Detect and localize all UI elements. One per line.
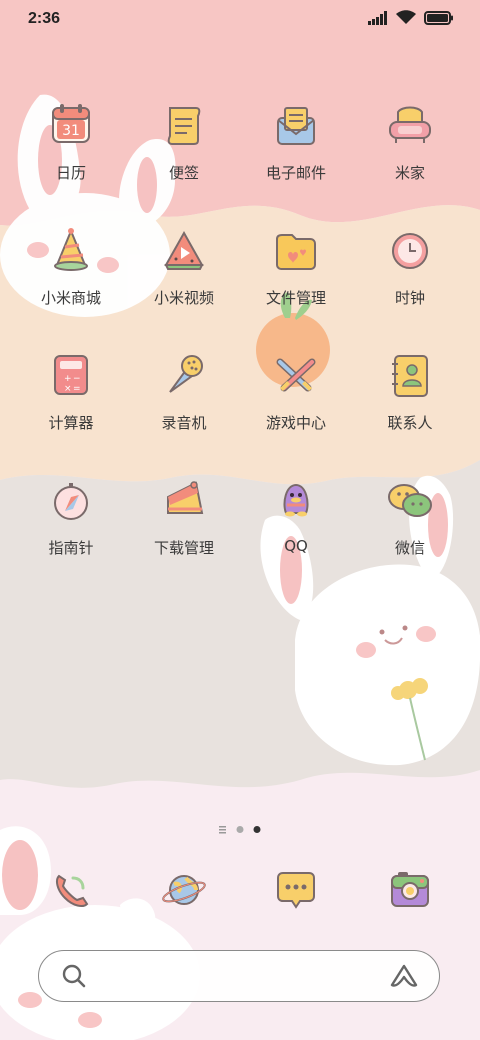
mail-icon	[277, 107, 315, 145]
page-indicator[interactable]	[0, 822, 480, 838]
contacts-book-icon	[392, 355, 428, 397]
app-game-center[interactable]: 游戏中心	[240, 348, 352, 433]
app-label: 文件管理	[265, 289, 326, 307]
sofa-icon	[389, 106, 431, 143]
party-hat-icon	[54, 228, 88, 271]
wechat-icon	[388, 484, 432, 517]
app-label: 指南针	[48, 539, 94, 557]
page-dot-active	[253, 826, 261, 833]
app-label: 小米视频	[153, 289, 214, 307]
app-mi-video[interactable]: 小米视频	[128, 223, 240, 308]
phone-icon	[56, 874, 89, 907]
app-file-manager[interactable]: 文件管理	[240, 223, 352, 308]
notes-icon	[167, 107, 201, 145]
app-clock[interactable]: 时钟	[354, 223, 466, 308]
camera-icon	[391, 872, 429, 907]
app-label: 录音机	[161, 414, 207, 432]
app-label: 联系人	[387, 414, 433, 432]
battery-icon	[424, 10, 453, 25]
app-label: 便签	[168, 164, 199, 182]
calendar-icon: 31	[52, 104, 90, 143]
app-compass[interactable]: 指南针	[15, 473, 127, 558]
app-contacts[interactable]: 联系人	[354, 348, 466, 433]
app-wechat[interactable]: 微信	[354, 473, 466, 558]
app-mijia[interactable]: 米家	[354, 98, 466, 183]
cake-slice-icon	[167, 481, 204, 514]
app-calendar[interactable]: 31 日历	[15, 98, 127, 183]
svg-text:+: +	[64, 374, 72, 384]
dock-browser[interactable]	[128, 862, 240, 918]
dock-phone[interactable]	[15, 862, 127, 918]
qq-penguin-icon	[283, 483, 309, 517]
svg-text:×: ×	[64, 384, 72, 394]
wifi-icon	[396, 10, 416, 24]
app-label: 小米商城	[40, 289, 101, 307]
status-bar: 2:36	[0, 0, 480, 40]
app-recorder[interactable]: 录音机	[128, 348, 240, 433]
svg-text:−: −	[73, 374, 81, 384]
assistant-icon[interactable]	[389, 963, 419, 989]
app-downloads[interactable]: 下载管理	[128, 473, 240, 558]
search-bar[interactable]	[38, 950, 440, 1002]
app-label: 日历	[55, 164, 86, 182]
clock-icon	[392, 233, 428, 269]
app-label: QQ	[284, 537, 308, 555]
app-label: 下载管理	[153, 539, 214, 557]
signal-icon	[368, 10, 387, 25]
microphone-icon	[169, 355, 203, 393]
dock	[0, 862, 480, 922]
calculator-icon: + − × =	[54, 355, 88, 395]
page-dot	[236, 826, 244, 833]
app-calculator[interactable]: + − × = 计算器	[15, 348, 127, 433]
crossed-swords-icon	[276, 358, 316, 392]
message-bubble-icon	[277, 872, 315, 909]
app-qq[interactable]: QQ	[240, 473, 352, 555]
app-mi-store[interactable]: 小米商城	[15, 223, 127, 308]
app-mail[interactable]: 电子邮件	[240, 98, 352, 183]
dock-messages[interactable]	[240, 862, 352, 918]
status-time: 2:36	[28, 10, 61, 27]
home-list-icon	[219, 826, 226, 834]
app-label: 计算器	[48, 414, 94, 432]
calendar-date: 31	[62, 123, 80, 139]
app-label: 微信	[394, 539, 425, 557]
app-notes[interactable]: 便签	[128, 98, 240, 183]
svg-text:=: =	[73, 384, 81, 394]
app-label: 时钟	[394, 289, 425, 307]
dock-camera[interactable]	[354, 862, 466, 918]
watermelon-play-icon	[164, 230, 204, 270]
app-label: 米家	[394, 164, 425, 182]
compass-icon	[54, 483, 88, 520]
search-icon	[62, 964, 86, 988]
app-label: 游戏中心	[265, 414, 326, 432]
planet-browser-icon	[162, 875, 206, 905]
folder-icon	[276, 234, 316, 270]
app-label: 电子邮件	[265, 164, 326, 182]
